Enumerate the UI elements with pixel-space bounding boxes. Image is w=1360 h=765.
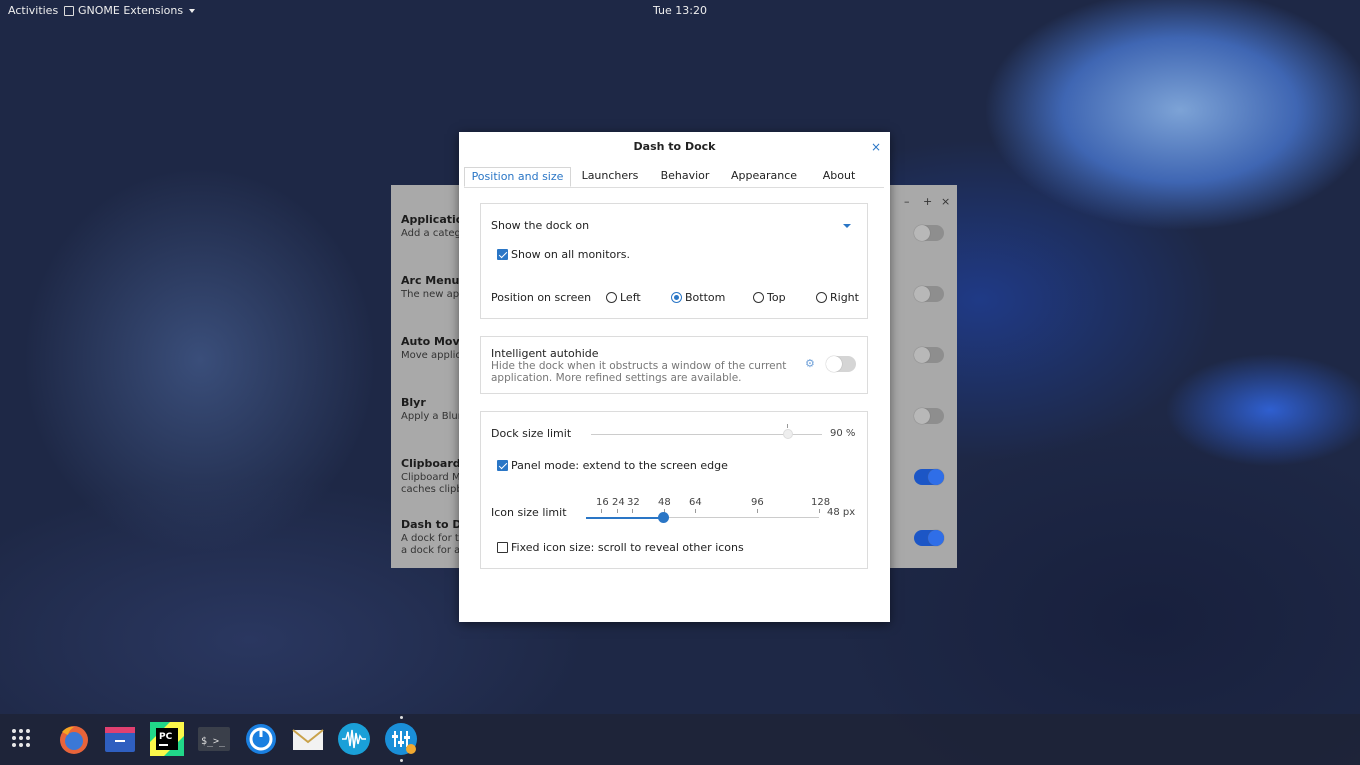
fixed-icon-size-label[interactable]: Fixed icon size: scroll to reveal other …	[511, 541, 744, 554]
position-right-radio[interactable]	[816, 292, 827, 303]
files-icon[interactable]	[103, 722, 137, 756]
extension-toggle[interactable]	[914, 286, 944, 302]
position-bottom-label[interactable]: Bottom	[685, 291, 725, 304]
autohide-description: Hide the dock when it obstructs a window…	[491, 360, 787, 384]
svg-text:PC: PC	[159, 732, 173, 742]
extension-toggle[interactable]	[914, 530, 944, 546]
terminal-icon[interactable]: $_>_	[197, 722, 231, 756]
dropdown-arrow-icon[interactable]	[843, 224, 851, 228]
size-frame: Dock size limit 90 % Panel mode: extend …	[480, 411, 868, 569]
extension-toggle[interactable]	[914, 347, 944, 363]
clock[interactable]: Tue 13:20	[0, 4, 1360, 17]
toggle-knob	[914, 408, 930, 424]
tab-bar: Position and size Launchers Behavior App…	[464, 167, 884, 188]
toggle-knob	[928, 530, 944, 546]
running-indicator	[400, 716, 403, 719]
timeshift-icon[interactable]	[244, 722, 278, 756]
panel-mode-label[interactable]: Panel mode: extend to the screen edge	[511, 459, 728, 472]
show-dock-on-label: Show the dock on	[491, 219, 590, 232]
dock-size-slider-handle[interactable]	[783, 429, 793, 439]
dock-size-limit-label: Dock size limit	[491, 427, 572, 440]
maximize-icon[interactable]: +	[923, 195, 932, 208]
toggle-knob	[928, 469, 944, 485]
toggle-knob	[914, 347, 930, 363]
dock-size-mark	[787, 424, 788, 428]
panel-mode-checkbox[interactable]	[497, 460, 508, 471]
toggle-knob	[914, 286, 930, 302]
extensions-icon[interactable]	[384, 722, 418, 756]
icon-size-tick	[819, 509, 820, 513]
position-on-screen-label: Position on screen	[491, 291, 592, 304]
mail-icon[interactable]	[291, 722, 325, 756]
icon-size-value: 48 px	[827, 507, 856, 518]
dock-size-value: 90 %	[830, 428, 856, 439]
extension-toggle[interactable]	[914, 469, 944, 485]
icon-size-slider-handle[interactable]	[658, 512, 669, 523]
icon-size-mark: 32	[627, 497, 640, 508]
svg-text:$_>_: $_>_	[201, 736, 226, 747]
icon-size-mark: 64	[689, 497, 702, 508]
position-top-label[interactable]: Top	[767, 291, 786, 304]
monitor-position-frame: Show the dock on Show on all monitors. P…	[480, 203, 868, 319]
autohide-title: Intelligent autohide	[491, 347, 599, 360]
pycharm-icon[interactable]: PC	[150, 722, 184, 756]
dock: PC $_>_	[0, 714, 1360, 765]
icon-size-mark: 16	[596, 497, 609, 508]
icon-size-tick	[757, 509, 758, 513]
icon-size-tick	[632, 509, 633, 513]
tab-appearance[interactable]: Appearance	[729, 167, 799, 185]
autohide-frame: Intelligent autohide Hide the dock when …	[480, 336, 868, 394]
icon-size-mark: 24	[612, 497, 625, 508]
position-left-label[interactable]: Left	[620, 291, 641, 304]
dialog-title: Dash to Dock	[633, 140, 716, 153]
tab-about[interactable]: About	[819, 167, 859, 185]
running-indicator	[400, 759, 403, 762]
audio-icon[interactable]	[337, 722, 371, 756]
toggle-knob	[826, 356, 842, 372]
gear-icon[interactable]: ⚙	[805, 357, 815, 370]
tab-position-and-size[interactable]: Position and size	[464, 167, 571, 187]
show-apps-icon[interactable]	[6, 722, 40, 756]
icon-size-tick	[617, 509, 618, 513]
icon-size-tick	[695, 509, 696, 513]
autohide-toggle[interactable]	[826, 356, 856, 372]
close-icon[interactable]: ×	[941, 195, 950, 208]
position-bottom-radio[interactable]	[671, 292, 682, 303]
dash-to-dock-dialog: Dash to Dock × Position and size Launche…	[459, 132, 890, 622]
firefox-icon[interactable]	[57, 722, 91, 756]
icon-size-tick	[601, 509, 602, 513]
tab-launchers[interactable]: Launchers	[578, 167, 642, 185]
show-all-monitors-label[interactable]: Show on all monitors.	[511, 248, 630, 261]
icon-size-mark: 96	[751, 497, 764, 508]
extension-toggle[interactable]	[914, 408, 944, 424]
tab-behavior[interactable]: Behavior	[658, 167, 712, 185]
minimize-icon[interactable]: –	[904, 195, 910, 208]
toggle-knob	[914, 225, 930, 241]
position-top-radio[interactable]	[753, 292, 764, 303]
top-bar: Activities GNOME Extensions Tue 13:20	[0, 0, 1360, 22]
close-icon[interactable]: ×	[871, 140, 881, 154]
icon-size-limit-label: Icon size limit	[491, 506, 567, 519]
extension-toggle[interactable]	[914, 225, 944, 241]
show-all-monitors-checkbox[interactable]	[497, 249, 508, 260]
position-right-label[interactable]: Right	[830, 291, 859, 304]
icon-size-slider-fill	[586, 517, 664, 519]
position-left-radio[interactable]	[606, 292, 617, 303]
fixed-icon-size-checkbox[interactable]	[497, 542, 508, 553]
icon-size-mark: 48	[658, 497, 671, 508]
